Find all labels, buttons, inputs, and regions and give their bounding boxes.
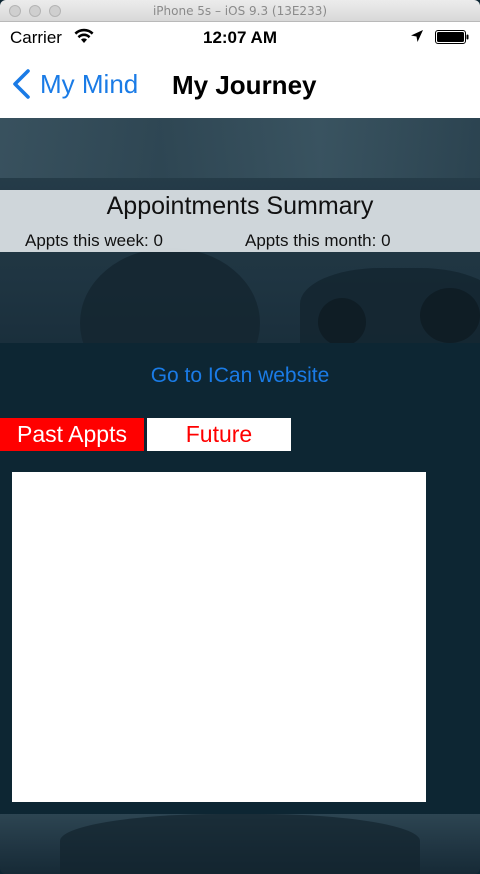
page-title: My Journey [172,70,317,100]
back-button-label: My Mind [40,68,139,99]
location-arrow-icon [411,30,423,42]
appts-this-month: Appts this month: 0 [245,231,391,250]
simulator-title: iPhone 5s – iOS 9.3 (13E233) [152,4,328,18]
appointments-list[interactable] [12,472,426,802]
ican-website-link[interactable]: Go to ICan website [0,364,480,388]
chevron-left-icon [13,69,30,99]
status-time: 12:07 AM [202,28,277,47]
appts-this-week: Appts this week: 0 [25,231,163,250]
status-bar: Carrier 12:07 AM [0,22,480,52]
simulator-title-bar: iPhone 5s – iOS 9.3 (13E233) [0,0,480,22]
battery-icon [435,30,469,44]
appointments-summary-panel: Appointments Summary Appts this week: 0 … [0,190,480,252]
past-appts-segment[interactable]: Past Appts [0,418,144,451]
summary-title: Appointments Summary [106,192,374,220]
back-button[interactable]: My Mind [10,66,138,102]
footer-background-image [0,814,480,874]
navigation-bar: My Mind My Journey [0,52,480,118]
future-appts-segment[interactable]: Future [147,418,291,451]
